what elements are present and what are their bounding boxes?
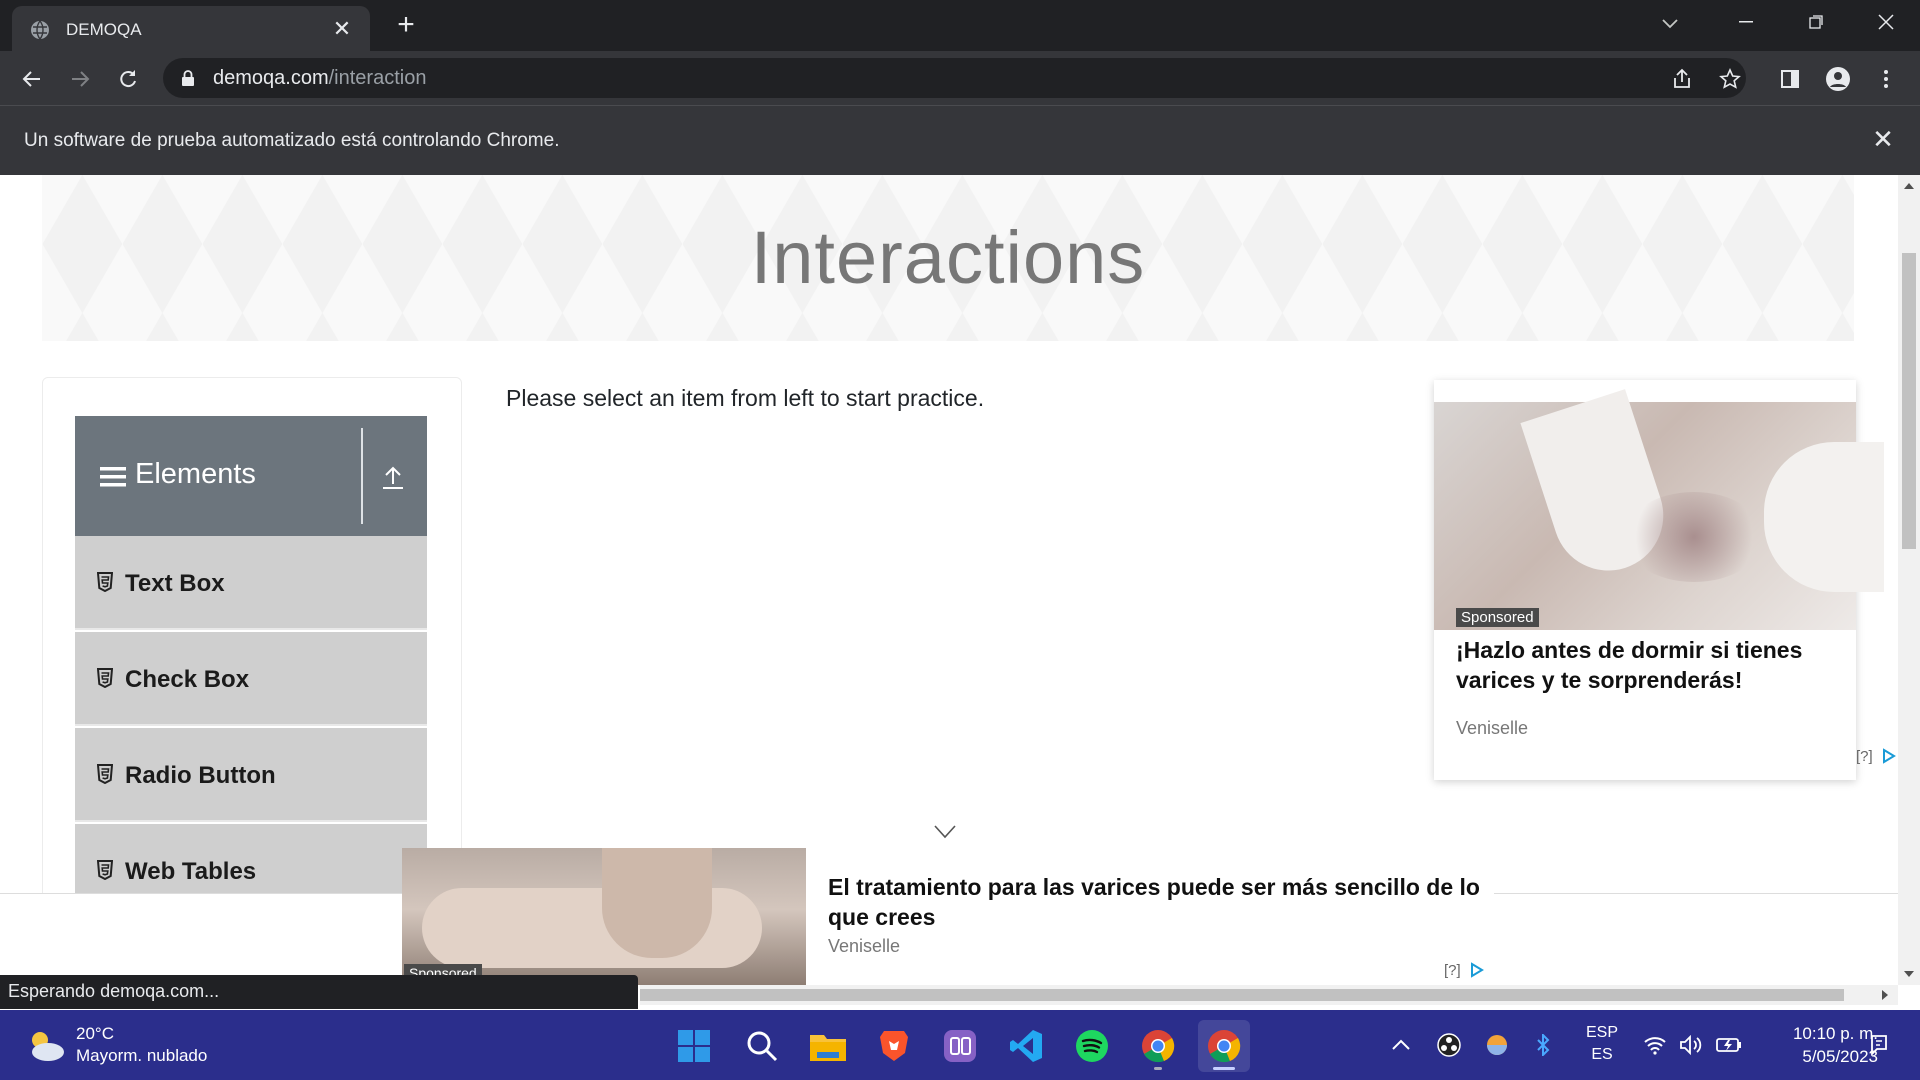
html5-icon bbox=[97, 764, 113, 784]
chevron-down-icon[interactable] bbox=[934, 825, 956, 839]
horizontal-scroll-thumb[interactable] bbox=[640, 989, 1844, 1001]
url-text[interactable]: demoqa.com/interaction bbox=[213, 67, 426, 90]
tab-search-icon[interactable] bbox=[1650, 8, 1690, 40]
share-icon[interactable] bbox=[1669, 66, 1695, 92]
vscode-icon[interactable] bbox=[1000, 1020, 1052, 1072]
ad-source[interactable]: Veniselle bbox=[828, 936, 900, 957]
scroll-up-icon[interactable] bbox=[1904, 181, 1914, 191]
infobar-close-icon[interactable]: ✕ bbox=[1868, 124, 1898, 154]
sidebar-item-text-box[interactable]: Text Box bbox=[75, 536, 427, 630]
browser-tab[interactable]: DEMOQA ✕ bbox=[12, 6, 370, 51]
vertical-scroll-thumb[interactable] bbox=[1902, 253, 1916, 549]
purple-app-icon[interactable] bbox=[934, 1020, 986, 1072]
chrome-active-icon[interactable] bbox=[1198, 1020, 1250, 1072]
language-secondary: ES bbox=[1591, 1046, 1613, 1063]
collapse-arrow-icon[interactable] bbox=[378, 462, 408, 492]
sidebar-item-label: Radio Button bbox=[125, 762, 276, 789]
group-header-elements[interactable]: Elements bbox=[75, 416, 427, 536]
weather-widget[interactable]: 20°C Mayorm. nublado bbox=[22, 1024, 252, 1068]
cloudy-weather-icon bbox=[32, 1032, 64, 1061]
infobar-message: Un software de prueba automatizado está … bbox=[24, 130, 560, 151]
page-title: Interactions bbox=[750, 216, 1146, 299]
scroll-right-icon[interactable] bbox=[1880, 990, 1890, 1000]
close-tab-icon[interactable]: ✕ bbox=[328, 15, 356, 43]
reload-icon[interactable] bbox=[110, 61, 146, 97]
tab-title: DEMOQA bbox=[66, 20, 142, 39]
page-banner: Interactions bbox=[42, 175, 1854, 341]
status-bubble: Esperando demoqa.com... bbox=[0, 975, 638, 1009]
side-panel-icon[interactable] bbox=[1772, 61, 1808, 97]
sidebar-item-label: Web Tables bbox=[125, 858, 257, 885]
hamburger-icon bbox=[100, 467, 126, 487]
ad-source[interactable]: Veniselle bbox=[1456, 718, 1528, 739]
clock-time: 10:10 p. m. bbox=[1792, 1024, 1878, 1043]
ad-bottom[interactable]: Sponsored El tratamiento para las varice… bbox=[402, 848, 1494, 985]
bluetooth-icon[interactable] bbox=[1530, 1032, 1556, 1058]
html5-icon bbox=[97, 572, 113, 592]
horizontal-scrollbar[interactable] bbox=[640, 985, 1898, 1005]
bookmark-star-icon[interactable] bbox=[1717, 66, 1743, 92]
weather-temp: 20°C bbox=[76, 1024, 114, 1043]
sidebar-item-label: Text Box bbox=[125, 570, 225, 597]
profile-icon[interactable] bbox=[1820, 61, 1856, 97]
ad-image[interactable] bbox=[1434, 389, 1884, 630]
lock-icon[interactable] bbox=[179, 69, 197, 87]
practice-message: Please select an item from left to start… bbox=[506, 385, 985, 411]
sidebar-item-label: Check Box bbox=[125, 666, 250, 693]
notification-icon[interactable] bbox=[1866, 1032, 1892, 1058]
clock-date: 5/05/2023 bbox=[1802, 1047, 1878, 1066]
vertical-scrollbar[interactable] bbox=[1898, 175, 1920, 985]
new-tab-button[interactable]: + bbox=[390, 10, 422, 42]
system-clock[interactable]: 10:10 p. m. 5/05/2023 bbox=[1758, 1022, 1878, 1068]
restore-icon[interactable] bbox=[1782, 0, 1850, 44]
automation-infobar: Un software de prueba automatizado está … bbox=[0, 105, 1920, 175]
menu-kebab-icon[interactable] bbox=[1868, 61, 1904, 97]
ad-headline[interactable]: ¡Hazlo antes de dormir si tienes varices… bbox=[1456, 635, 1846, 695]
html5-icon bbox=[97, 668, 113, 688]
ad-help-link[interactable]: [?] bbox=[1856, 748, 1873, 765]
address-bar[interactable]: demoqa.com/interaction bbox=[163, 58, 1746, 98]
close-window-icon[interactable] bbox=[1852, 0, 1920, 44]
sidebar-item-check-box[interactable]: Check Box bbox=[75, 632, 427, 726]
group-title: Elements bbox=[135, 458, 256, 490]
file-explorer-icon[interactable] bbox=[802, 1020, 854, 1072]
adchoices-icon[interactable] bbox=[1882, 748, 1896, 764]
windows-taskbar: 20°C Mayorm. nublado ESP ES 10:10 p. m. … bbox=[0, 1010, 1920, 1080]
globe-icon bbox=[31, 20, 49, 40]
forward-icon[interactable] bbox=[62, 61, 98, 97]
language-primary: ESP bbox=[1585, 1024, 1618, 1041]
language-indicator[interactable]: ESP ES bbox=[1582, 1022, 1622, 1066]
sidebar-item-radio-button[interactable]: Radio Button bbox=[75, 728, 427, 822]
tab-strip: DEMOQA ✕ + bbox=[0, 0, 1920, 51]
wifi-icon[interactable] bbox=[1642, 1032, 1668, 1058]
browser-toolbar: demoqa.com/interaction bbox=[0, 51, 1920, 105]
battery-charging-icon[interactable] bbox=[1716, 1032, 1742, 1058]
tray-overflow-chevron-icon[interactable] bbox=[1388, 1032, 1414, 1058]
ad-right[interactable]: Sponsored ¡Hazlo antes de dormir si tien… bbox=[1434, 380, 1884, 780]
volume-icon[interactable] bbox=[1678, 1032, 1704, 1058]
header-divider bbox=[361, 428, 363, 524]
ad-help-link[interactable]: [?] bbox=[1444, 962, 1461, 979]
start-icon[interactable] bbox=[668, 1020, 720, 1072]
sponsored-badge: Sponsored bbox=[1456, 608, 1539, 627]
html5-icon bbox=[97, 860, 113, 880]
obs-icon[interactable] bbox=[1436, 1032, 1462, 1058]
app-tray-icon[interactable] bbox=[1484, 1032, 1510, 1058]
search-icon[interactable] bbox=[736, 1020, 788, 1072]
brave-icon[interactable] bbox=[868, 1020, 920, 1072]
scroll-down-icon[interactable] bbox=[1904, 969, 1914, 979]
ad-headline[interactable]: El tratamiento para las varices puede se… bbox=[828, 872, 1488, 932]
back-icon[interactable] bbox=[14, 61, 50, 97]
minimize-icon[interactable] bbox=[1712, 0, 1780, 44]
adchoices-icon[interactable] bbox=[1470, 962, 1484, 978]
chrome-icon[interactable] bbox=[1132, 1020, 1184, 1072]
weather-condition: Mayorm. nublado bbox=[76, 1046, 208, 1065]
spotify-icon[interactable] bbox=[1066, 1020, 1118, 1072]
